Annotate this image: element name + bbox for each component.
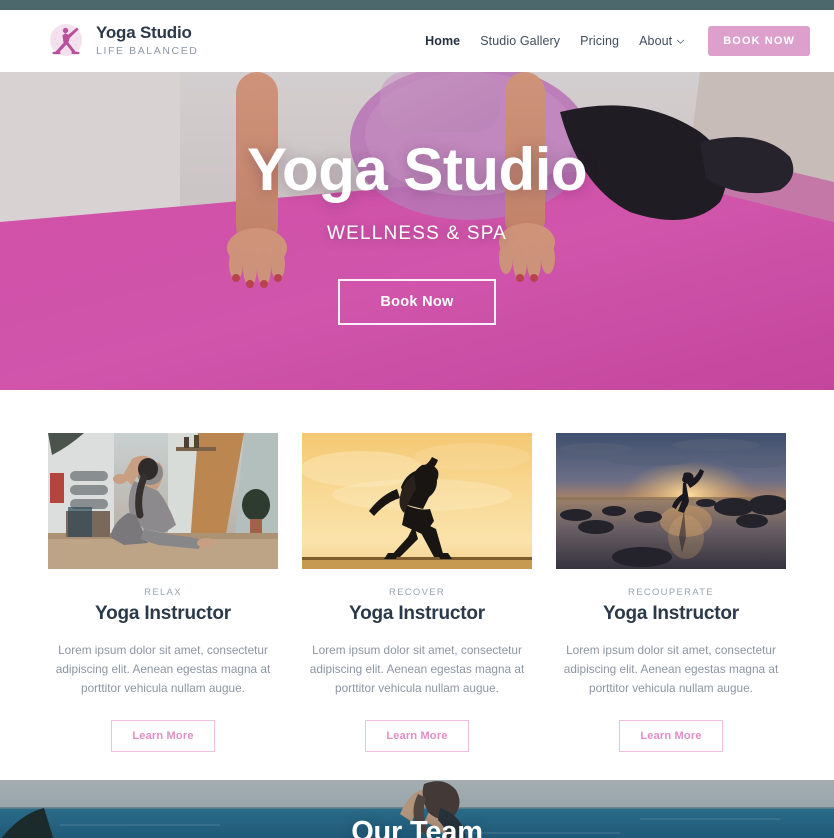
card-image-indoor-studio[interactable] <box>48 433 278 569</box>
hero-section: Yoga Studio WELLNESS & SPA Book Now <box>0 72 834 390</box>
card-title: Yoga Instructor <box>95 603 231 624</box>
card-image-sunset-silhouette[interactable] <box>302 433 532 569</box>
brand-logo[interactable]: Yoga Studio LIFE BALANCED <box>44 20 199 62</box>
book-now-header-button[interactable]: BOOK NOW <box>708 26 810 56</box>
hero-book-now-button[interactable]: Book Now <box>338 278 496 325</box>
card-body: Lorem ipsum dolor sit amet, consectetur … <box>55 643 271 696</box>
hero-title: Yoga Studio <box>246 135 588 203</box>
our-team-title: Our Team <box>351 815 483 838</box>
hero-content: Yoga Studio WELLNESS & SPA Book Now <box>0 138 834 325</box>
yoga-figure-icon <box>44 20 86 62</box>
card-title: Yoga Instructor <box>349 603 485 624</box>
hero-subtitle: WELLNESS & SPA <box>326 222 508 244</box>
card-eyebrow: RECOUPERATE <box>628 587 714 598</box>
brand-subtitle: LIFE BALANCED <box>96 44 199 57</box>
card-recover: RECOVER Yoga Instructor Lorem ipsum dolo… <box>302 433 532 753</box>
nav-item-home[interactable]: Home <box>425 34 460 48</box>
learn-more-button[interactable]: Learn More <box>111 720 215 753</box>
card-body: Lorem ipsum dolor sit amet, consectetur … <box>563 643 779 696</box>
nav-item-studio-gallery[interactable]: Studio Gallery <box>480 34 560 48</box>
card-image-beach-sunset[interactable] <box>556 433 786 569</box>
nav-item-pricing[interactable]: Pricing <box>580 34 619 48</box>
card-eyebrow: RECOVER <box>388 587 446 598</box>
feature-cards: RELAX Yoga Instructor Lorem ipsum dolor … <box>0 390 834 753</box>
card-relax: RELAX Yoga Instructor Lorem ipsum dolor … <box>48 433 278 753</box>
card-eyebrow: RELAX <box>144 587 182 598</box>
site-header: Yoga Studio LIFE BALANCED Home Studio Ga… <box>0 10 834 72</box>
card-body: Lorem ipsum dolor sit amet, consectetur … <box>309 643 525 696</box>
learn-more-button[interactable]: Learn More <box>619 720 723 753</box>
card-title: Yoga Instructor <box>603 603 739 624</box>
card-recouperate: RECOUPERATE Yoga Instructor Lorem ipsum … <box>556 433 786 753</box>
learn-more-button[interactable]: Learn More <box>365 720 469 753</box>
main-navigation: Home Studio Gallery Pricing About BOOK N… <box>425 26 810 56</box>
nav-item-about-label: About <box>639 34 673 48</box>
top-accent-bar <box>0 0 834 10</box>
our-team-section: Our Team <box>0 780 834 838</box>
brand-title: Yoga Studio <box>96 23 192 43</box>
chevron-down-icon <box>676 37 685 45</box>
nav-item-about[interactable]: About <box>639 34 685 48</box>
